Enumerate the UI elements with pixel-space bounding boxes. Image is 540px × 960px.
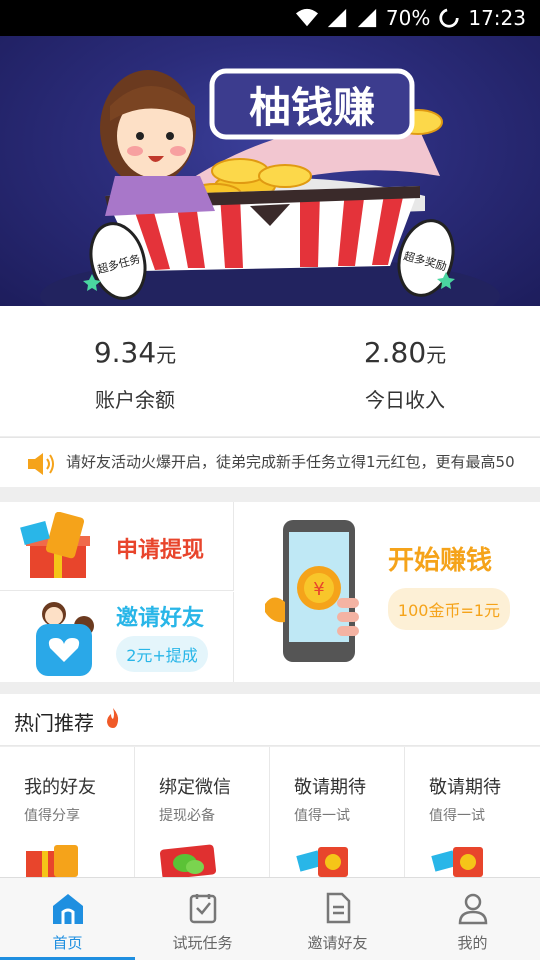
invite-doc-icon (326, 892, 350, 924)
battery-percentage: 70% (385, 6, 431, 30)
hot-recommendations-header: 热门推荐 (0, 694, 540, 746)
tab-label: 邀请好友 (307, 934, 368, 952)
promo-banner[interactable]: 柚钱赚 超多任务 超多奖励 (0, 36, 540, 306)
card-subtitle: 值得分享 (24, 808, 80, 824)
feature-grid: 申请提现 邀请好友 2元+提成 ¥ 开始赚钱 100金币=1元 (0, 502, 540, 682)
invite-title: 邀请好友 (116, 606, 205, 631)
earn-title: 开始赚钱 (388, 546, 493, 576)
today-income-value: 2.80元 (363, 336, 447, 369)
card-title: 敬请期待 (294, 777, 366, 798)
banner-illustration: 柚钱赚 超多任务 超多奖励 (40, 68, 500, 306)
wechat-envelope-icon (159, 844, 217, 877)
coupon-icon (296, 847, 348, 877)
task-icon (189, 894, 216, 924)
coupon-icon (431, 847, 483, 877)
svg-text:¥: ¥ (313, 579, 324, 600)
card-subtitle: 提现必备 (159, 808, 215, 824)
hot-title: 热门推荐 (14, 711, 94, 735)
card-my-friends[interactable]: 我的好友 值得分享 (0, 747, 135, 877)
cellular-signal-icon (357, 8, 377, 28)
banner-title: 柚钱赚 (249, 83, 375, 132)
tab-label: 首页 (52, 934, 83, 952)
withdraw-button[interactable]: 申请提现 (0, 502, 234, 591)
today-income-stat[interactable]: 2.80元 今日收入 (270, 306, 540, 436)
tab-label: 试玩任务 (172, 934, 233, 952)
coin-rate-pill: 100金币=1元 (388, 588, 510, 630)
card-bind-wechat[interactable]: 绑定微信 提现必备 (135, 747, 270, 877)
recommendation-cards: 我的好友 值得分享 绑定微信 提现必备 敬请期待 值得一试 敬请期待 值得一试 (0, 747, 540, 877)
wifi-icon (295, 8, 318, 27)
invite-friends-button[interactable]: 邀请好友 2元+提成 (0, 592, 234, 682)
balance-value: 9.34元 (93, 336, 177, 369)
tab-label: 我的 (457, 934, 488, 952)
phone-coin-icon: ¥ (265, 520, 359, 662)
card-title: 我的好友 (24, 777, 96, 798)
tab-invite-friends[interactable]: 邀请好友 (270, 878, 405, 960)
card-title: 绑定微信 (159, 777, 231, 798)
card-title: 敬请期待 (429, 777, 501, 798)
bottom-tab-bar: 首页 试玩任务 邀请好友 我的 (0, 877, 540, 960)
account-stats: 9.34元 账户余额 2.80元 今日收入 (0, 306, 540, 436)
card-subtitle: 值得一试 (294, 808, 350, 824)
speaker-icon (28, 453, 54, 475)
card-coming-soon-2[interactable]: 敬请期待 值得一试 (405, 747, 540, 877)
tab-home[interactable]: 首页 (0, 878, 135, 960)
balance-stat[interactable]: 9.34元 账户余额 (0, 306, 270, 436)
profile-icon (458, 893, 487, 925)
tab-profile[interactable]: 我的 (405, 878, 540, 960)
cellular-signal-icon (327, 8, 347, 28)
tab-trial-tasks[interactable]: 试玩任务 (135, 878, 270, 960)
clock: 17:23 (468, 6, 526, 30)
announcement-bar[interactable]: 请好友活动火爆开启，徒弟完成新手任务立得1元红包，更有最高50 (0, 437, 540, 487)
start-earning-button[interactable]: ¥ 开始赚钱 100金币=1元 (235, 502, 540, 682)
fire-icon (107, 708, 119, 728)
invite-reward-pill: 2元+提成 (116, 636, 208, 672)
withdraw-title: 申请提现 (116, 538, 205, 563)
status-bar: 70% 17:23 (0, 0, 540, 36)
card-subtitle: 值得一试 (429, 808, 485, 824)
balance-label: 账户余额 (95, 388, 175, 412)
gift-card-icon (20, 512, 90, 578)
announcement-text: 请好友活动火爆开启，徒弟完成新手任务立得1元红包，更有最高50 (66, 453, 515, 471)
gift-box-icon (26, 845, 78, 877)
card-coming-soon-1[interactable]: 敬请期待 值得一试 (270, 747, 405, 877)
today-income-label: 今日收入 (365, 388, 445, 412)
invite-heart-icon (36, 602, 94, 676)
home-icon (52, 894, 83, 924)
battery-ring-icon (439, 8, 459, 28)
